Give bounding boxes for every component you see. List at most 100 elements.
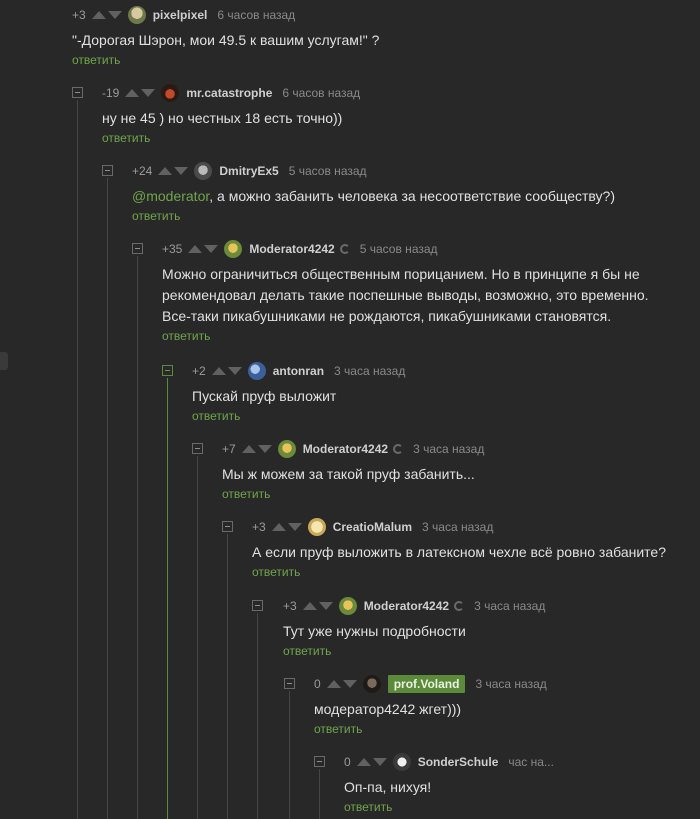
reply-link[interactable]: ответить [132,209,180,223]
scroll-handle[interactable] [0,352,8,370]
downvote-icon[interactable] [287,523,302,531]
comment-rating: +24 [132,164,153,178]
collapse-icon[interactable] [314,756,325,767]
downvote-icon[interactable] [141,89,156,97]
comment-text: @moderator, а можно забанить человека за… [132,186,615,207]
username[interactable]: mr.catastrophe [186,86,272,100]
vote-arrows [326,680,357,688]
comment-rating: 0 [344,755,351,769]
vote-arrows [356,758,387,766]
comment-time[interactable]: 3 часа назад [334,364,405,378]
collapse-icon[interactable] [162,365,173,376]
comment-time[interactable]: 3 часа назад [413,442,484,456]
upvote-icon[interactable] [91,11,106,19]
username[interactable]: Moderator4242 [249,242,334,256]
upvote-icon[interactable] [211,367,226,375]
username[interactable]: CreatioMalum [333,520,412,534]
reply-link[interactable]: ответить [252,565,300,579]
comment: +3 pixelpixel 6 часов назад "-Дорогая Шэ… [72,4,379,69]
username[interactable]: DmitryEx5 [219,164,278,178]
vote-arrows [125,89,156,97]
avatar[interactable] [127,6,146,24]
upvote-icon[interactable] [302,602,317,610]
downvote-icon[interactable] [204,245,219,253]
avatar[interactable] [161,84,180,102]
downvote-icon[interactable] [174,167,189,175]
downvote-icon[interactable] [318,602,333,610]
collapse-icon[interactable] [222,521,233,532]
comment-text: А если пруф выложить в латексном чехле в… [252,544,666,560]
comment-text: Можно ограничиться общественным порицани… [162,264,649,327]
collapse-icon[interactable] [284,678,295,689]
comment: +2 antonran 3 часа назад Пускай пруф выл… [162,360,405,425]
reply-link[interactable]: ответить [222,487,270,501]
comment-rating: +3 [72,8,86,22]
downvote-icon[interactable] [107,11,122,19]
comment-header: +35 Moderator4242 5 часов назад [162,238,649,260]
username[interactable]: SonderSchule [418,755,499,769]
comment: +3 CreatioMalum 3 часа назад А если пруф… [222,516,666,581]
upvote-icon[interactable] [241,445,256,453]
comment-time[interactable]: 5 часов назад [360,242,438,256]
avatar[interactable] [277,440,296,458]
reply-link[interactable]: ответить [283,644,331,658]
upvote-icon[interactable] [356,758,371,766]
downvote-icon[interactable] [227,367,242,375]
username[interactable]: antonran [273,364,324,378]
comment: +3 Moderator4242 3 часа назад Тут уже ну… [252,595,545,660]
avatar[interactable] [392,753,411,771]
thread-line [107,178,108,819]
avatar[interactable] [338,597,357,615]
comment-text: Мы ж можем за такой пруф забанить... [222,466,475,482]
downvote-icon[interactable] [342,680,357,688]
comment-time[interactable]: 6 часов назад [217,8,295,22]
thread-line-active [167,378,168,819]
upvote-icon[interactable] [158,167,173,175]
upvote-icon[interactable] [326,680,341,688]
comment-text: модератор4242 жгет))) [314,701,462,717]
reply-link[interactable]: ответить [344,800,392,814]
comment-rating: +3 [252,520,266,534]
reply-link[interactable]: ответить [162,329,210,343]
comment-time[interactable]: 3 часа назад [475,677,546,691]
reply-link[interactable]: ответить [314,722,362,736]
upvote-icon[interactable] [271,523,286,531]
comment-header: -19 mr.catastrophe 6 часов назад [102,82,360,104]
collapse-icon[interactable] [192,443,203,454]
comment-header: +24 DmitryEx5 5 часов назад [132,160,615,182]
upvote-icon[interactable] [125,89,140,97]
mention-link[interactable]: @moderator [132,188,209,204]
comment-header: +3 Moderator4242 3 часа назад [283,595,545,617]
avatar[interactable] [307,518,326,536]
avatar[interactable] [362,675,381,693]
reply-link[interactable]: ответить [102,131,150,145]
comment-time[interactable]: 5 часов назад [289,164,367,178]
comment: +35 Moderator4242 5 часов назад Можно ог… [132,238,649,345]
collapse-icon[interactable] [72,87,83,98]
username[interactable]: Moderator4242 [364,599,449,613]
avatar[interactable] [247,362,266,380]
comment-text-rest: , а можно забанить человека за несоответ… [209,188,616,204]
comment-text: Пускай пруф выложит [192,388,337,404]
avatar[interactable] [224,240,243,258]
collapse-icon[interactable] [132,243,143,254]
comment-time[interactable]: час на... [508,755,554,769]
comment-header: +7 Moderator4242 3 часа назад [222,438,484,460]
downvote-icon[interactable] [372,758,387,766]
username[interactable]: pixelpixel [153,8,208,22]
collapse-icon[interactable] [102,165,113,176]
moderator-icon [454,601,465,611]
comment-time[interactable]: 6 часов назад [282,86,360,100]
username-badge[interactable]: prof.Voland [387,675,466,693]
reply-link[interactable]: ответить [192,409,240,423]
comment-time[interactable]: 3 часа назад [422,520,493,534]
comment-time[interactable]: 3 часа назад [474,599,545,613]
upvote-icon[interactable] [188,245,203,253]
username[interactable]: Moderator4242 [303,442,388,456]
avatar[interactable] [194,162,213,180]
moderator-icon [393,444,404,454]
thread-line [227,534,228,819]
collapse-icon[interactable] [252,600,263,611]
reply-link[interactable]: ответить [72,53,120,67]
downvote-icon[interactable] [257,445,272,453]
